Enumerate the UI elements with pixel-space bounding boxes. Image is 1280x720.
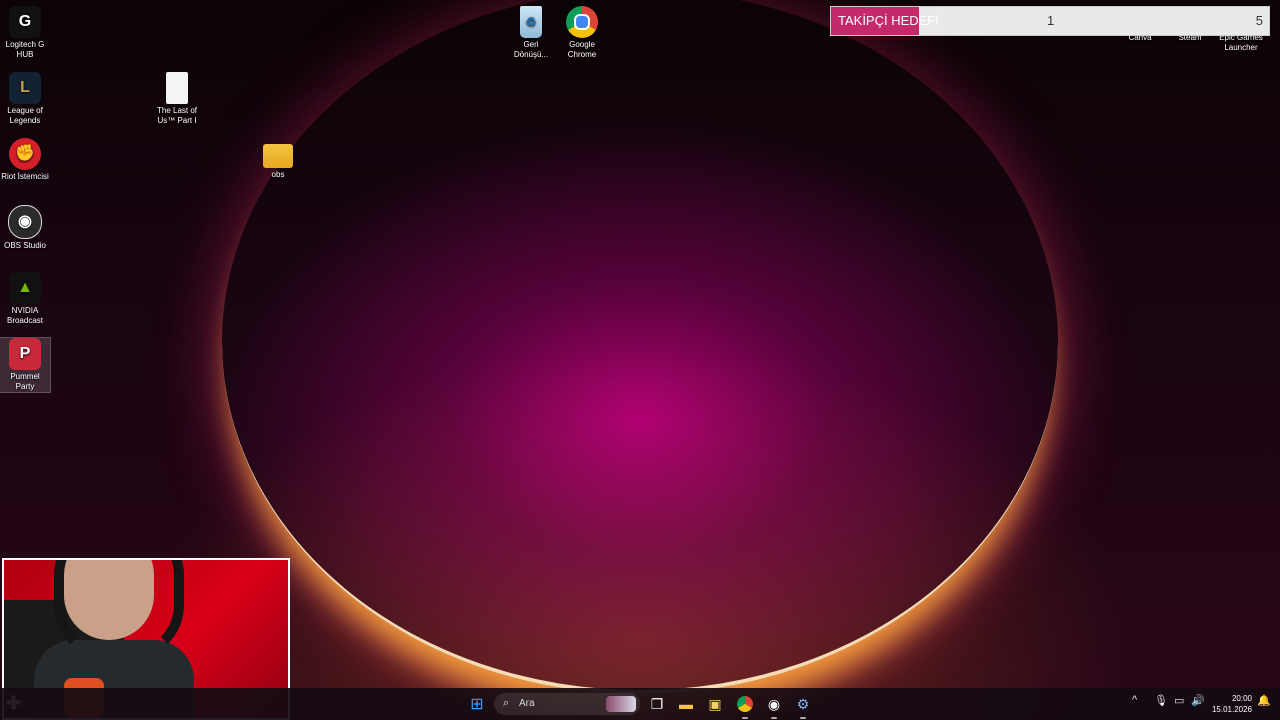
task-view-icon[interactable]: ❐ bbox=[647, 694, 667, 714]
search-placeholder: Ara bbox=[519, 698, 535, 709]
taskbar: ⊞ ⌕ Ara ❐ ▬ ▣ ◉ ⚙ ^ 🎙 ▭ 🔊 20:00 15.01.20… bbox=[0, 688, 1280, 720]
desktop-icon-label: Logitech G HUB bbox=[5, 40, 45, 59]
desktop-icon-pummel-party[interactable]: P Pummel Party bbox=[0, 337, 51, 393]
desktop-icon-label: Riot İstemcisi bbox=[1, 172, 49, 181]
microphone-tray-icon[interactable]: 🎙 bbox=[1154, 694, 1168, 707]
start-button[interactable]: ⊞ bbox=[467, 694, 487, 714]
logitech-icon: G bbox=[9, 6, 41, 38]
chrome-icon bbox=[566, 6, 598, 38]
pummel-party-icon: P bbox=[9, 338, 41, 370]
notification-icon[interactable]: 🔔 bbox=[1257, 694, 1271, 707]
obs-icon: ◉ bbox=[8, 205, 42, 239]
taskbar-obs-icon[interactable]: ◉ bbox=[764, 694, 784, 719]
follower-goal-target: 5 bbox=[1255, 13, 1263, 28]
wallpaper-ring bbox=[222, 0, 1058, 694]
clock-date: 15.01.2026 bbox=[1211, 705, 1252, 714]
nvidia-icon: ▲ bbox=[9, 272, 41, 304]
clock-time: 20:00 bbox=[1231, 694, 1252, 703]
file-explorer-icon[interactable]: ▬ bbox=[676, 694, 696, 714]
desktop-icon-nvidia-broadcast[interactable]: ▲ NVIDIA Broadcast bbox=[0, 272, 50, 326]
taskbar-clock[interactable]: 20:00 15.01.2026 bbox=[1212, 693, 1252, 715]
follower-goal-current: 1 bbox=[1047, 13, 1055, 28]
folder-icon bbox=[263, 144, 293, 168]
search-highlight-icon bbox=[606, 696, 636, 712]
desktop-icon-label: League of Legends bbox=[7, 106, 43, 125]
desktop-icon-epic-games-launcher[interactable]: Epic Games Launcher bbox=[1216, 33, 1266, 53]
follower-goal-bar: TAKİPÇİ HEDEFİ 1 5 bbox=[830, 6, 1270, 36]
taskbar-chrome-icon[interactable] bbox=[735, 694, 755, 719]
desktop-icon-google-chrome[interactable]: Google Chrome bbox=[557, 6, 607, 60]
search-icon: ⌕ bbox=[503, 697, 510, 709]
taskbar-steam-icon[interactable]: ⚙ bbox=[793, 694, 813, 719]
desktop-icon-league-of-legends[interactable]: L League of Legends bbox=[0, 72, 50, 126]
desktop-icon-logitech-g-hub[interactable]: G Logitech G HUB bbox=[0, 6, 50, 60]
league-icon: L bbox=[9, 72, 41, 104]
microsoft-store-icon[interactable]: ▣ bbox=[705, 694, 725, 714]
volume-icon[interactable]: 🔊 bbox=[1191, 694, 1205, 707]
taskbar-search[interactable]: ⌕ Ara bbox=[494, 693, 640, 715]
desktop-icon-obs-folder[interactable]: obs bbox=[253, 140, 303, 180]
file-icon bbox=[166, 72, 188, 104]
recycle-bin-icon: ♻ bbox=[520, 6, 542, 38]
desktop-icon-riot-client[interactable]: ✊ Riot İstemcisi bbox=[0, 138, 50, 182]
headset-icon bbox=[54, 560, 184, 660]
desktop-icon-label: Google Chrome bbox=[567, 40, 597, 59]
riot-icon: ✊ bbox=[9, 138, 41, 170]
desktop-icon-label: Geri Dönüşü... bbox=[513, 40, 549, 59]
desktop-icon-label: obs bbox=[271, 170, 285, 179]
desktop-icon-obs-studio[interactable]: ◉ OBS Studio bbox=[0, 205, 50, 251]
desktop-icon-the-last-of-us[interactable]: The Last of Us™ Part I bbox=[152, 72, 202, 126]
desktop-icon-label: NVIDIA Broadcast bbox=[6, 306, 44, 325]
desktop-icon-recycle-bin[interactable]: ♻ Geri Dönüşü... bbox=[506, 6, 556, 60]
desktop-icon-label: Epic Games Launcher bbox=[1219, 33, 1263, 52]
desktop-icon-label: The Last of Us™ Part I bbox=[156, 106, 198, 125]
network-icon[interactable]: ▭ bbox=[1174, 694, 1184, 707]
tray-overflow-icon[interactable]: ^ bbox=[1132, 694, 1137, 706]
desktop-icon-label: OBS Studio bbox=[4, 241, 46, 250]
follower-goal-title: TAKİPÇİ HEDEFİ bbox=[838, 13, 939, 28]
desktop-icon-label: Pummel Party bbox=[10, 372, 40, 391]
